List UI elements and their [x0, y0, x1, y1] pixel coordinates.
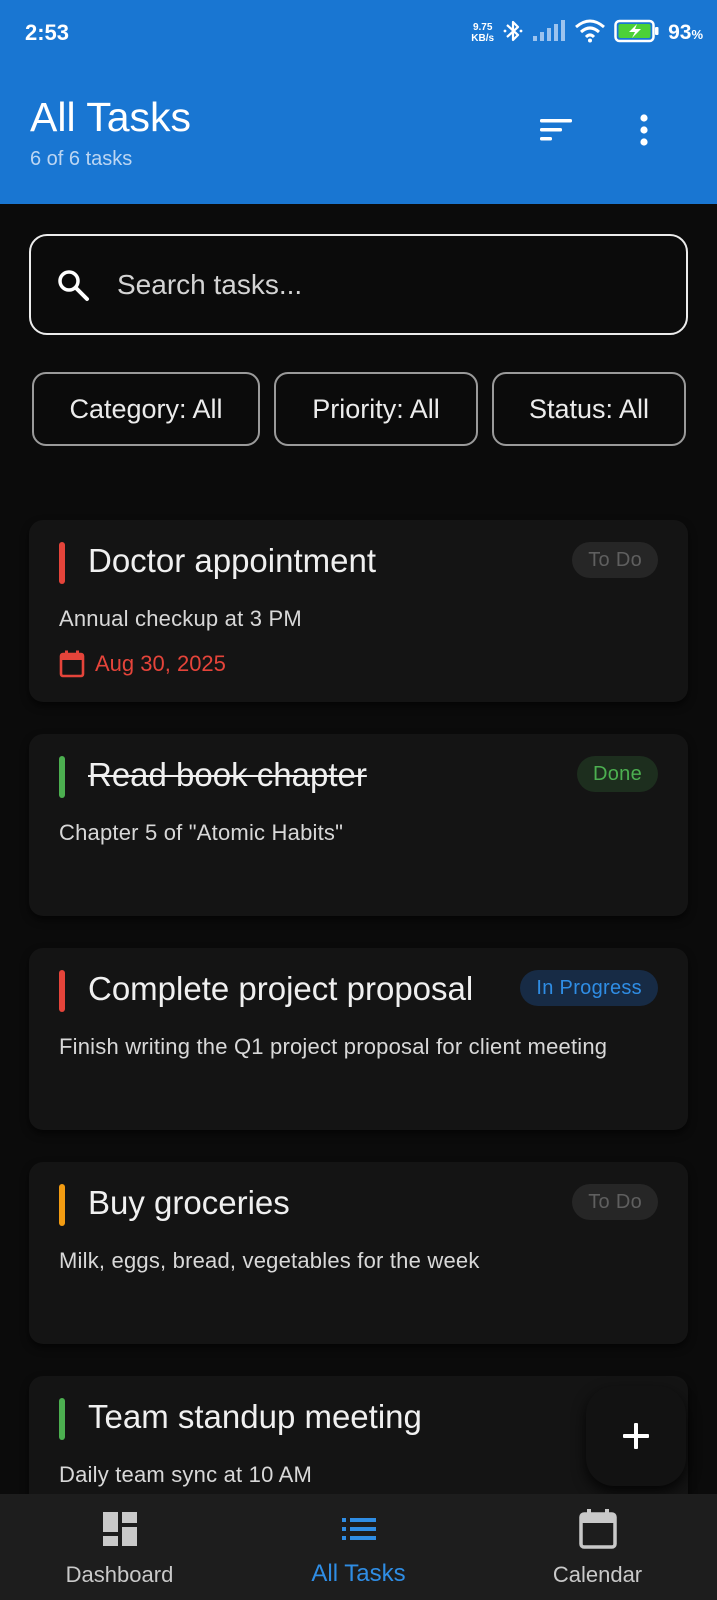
status-badge: To Do — [572, 542, 658, 578]
network-speed-unit: KB/s — [471, 33, 495, 44]
due-date: Aug 30, 2025 — [59, 650, 226, 678]
list-icon — [341, 1508, 377, 1550]
more-vert-icon — [640, 114, 648, 146]
sort-icon — [540, 119, 572, 141]
dashboard-icon — [102, 1508, 138, 1550]
search-box[interactable] — [29, 234, 688, 335]
add-task-button[interactable] — [586, 1386, 686, 1486]
wifi-icon — [574, 19, 606, 48]
task-title: Buy groceries — [88, 1184, 290, 1221]
status-badge: In Progress — [520, 970, 658, 1006]
priority-indicator — [59, 1184, 65, 1226]
due-date-text: Aug 30, 2025 — [95, 651, 226, 676]
task-description: Milk, eggs, bread, vegetables for the we… — [59, 1248, 480, 1273]
battery-percent-unit: % — [691, 27, 703, 42]
bottom-navigation: Dashboard All Tasks Calendar — [0, 1494, 717, 1600]
calendar-icon — [59, 650, 85, 678]
task-description: Daily team sync at 10 AM — [59, 1462, 313, 1487]
network-speed-value: 9.75 — [472, 22, 493, 33]
battery-percent-value: 93 — [668, 21, 692, 44]
nav-label: Dashboard — [65, 1562, 174, 1587]
status-badge: Done — [576, 756, 658, 792]
task-list-area[interactable]: Category: All Priority: All Status: All … — [0, 204, 717, 1494]
task-card[interactable]: Complete project proposal In Progress Fi… — [29, 948, 688, 1130]
signal-icon — [532, 19, 566, 47]
task-card[interactable]: Read book chapter Done Chapter 5 of "Ato… — [29, 734, 688, 916]
task-card[interactable]: Buy groceries To Do Milk, eggs, bread, v… — [29, 1162, 688, 1344]
search-icon — [53, 265, 93, 305]
priority-filter[interactable]: Priority: All — [274, 372, 478, 446]
nav-label: Calendar — [552, 1562, 643, 1587]
search-input[interactable] — [117, 268, 686, 301]
priority-indicator — [59, 756, 65, 798]
task-description: Annual checkup at 3 PM — [59, 606, 302, 631]
app-bar: All Tasks 6 of 6 tasks — [0, 66, 717, 204]
nav-item-all-tasks[interactable]: All Tasks — [239, 1494, 478, 1600]
task-count-subtitle: 6 of 6 tasks — [30, 148, 133, 170]
bluetooth-icon — [502, 18, 524, 49]
status-icons: 9.75 KB/s 93% — [471, 18, 703, 48]
more-options-button[interactable] — [620, 106, 668, 154]
task-description: Chapter 5 of "Atomic Habits" — [59, 820, 344, 845]
sort-button[interactable] — [532, 106, 580, 154]
battery-percent: 93% — [668, 21, 703, 45]
task-title: Team standup meeting — [88, 1398, 422, 1435]
priority-indicator — [59, 970, 65, 1012]
page-title: All Tasks — [30, 94, 192, 140]
task-description: Finish writing the Q1 project proposal f… — [59, 1034, 608, 1059]
task-card[interactable]: Doctor appointment To Do Annual checkup … — [29, 520, 688, 702]
task-title: Doctor appointment — [88, 542, 376, 579]
nav-item-dashboard[interactable]: Dashboard — [0, 1494, 239, 1600]
status-bar: 2:53 9.75 KB/s 93% — [0, 0, 717, 66]
status-time: 2:53 — [25, 20, 70, 45]
task-title: Read book chapter — [88, 756, 367, 793]
priority-indicator — [59, 542, 65, 584]
status-filter[interactable]: Status: All — [492, 372, 686, 446]
nav-item-calendar[interactable]: Calendar — [478, 1494, 717, 1600]
calendar-icon — [578, 1508, 617, 1550]
priority-indicator — [59, 1398, 65, 1440]
battery-charging-icon — [614, 19, 660, 48]
status-badge: To Do — [572, 1184, 658, 1220]
add-icon — [623, 1423, 649, 1449]
category-filter[interactable]: Category: All — [32, 372, 260, 446]
network-speed: 9.75 KB/s — [471, 22, 494, 44]
task-title: Complete project proposal — [88, 970, 474, 1007]
nav-label: All Tasks — [311, 1560, 406, 1587]
